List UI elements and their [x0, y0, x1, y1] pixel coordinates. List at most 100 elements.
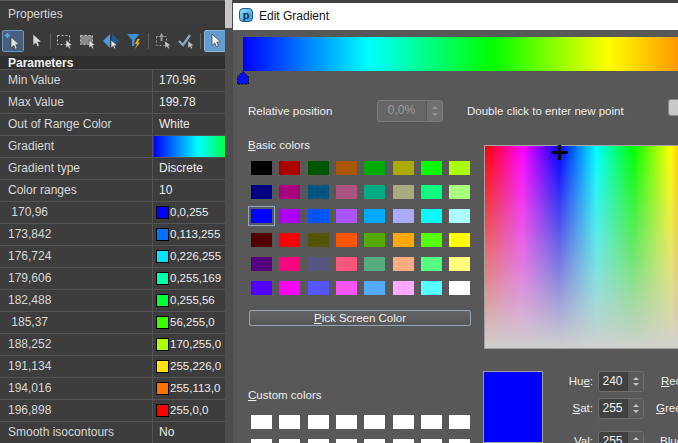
basic-color-swatch[interactable] — [251, 233, 272, 247]
spin-buttons[interactable] — [627, 399, 643, 418]
basic-color-swatch[interactable] — [279, 281, 300, 295]
property-row[interactable]: Color ranges10 — [0, 180, 225, 202]
basic-color-swatch[interactable] — [279, 257, 300, 271]
custom-color-swatch[interactable] — [251, 439, 272, 443]
basic-color-swatch[interactable] — [421, 281, 442, 295]
property-row[interactable]: Gradient typeDiscrete — [0, 158, 225, 180]
custom-color-swatch[interactable] — [449, 439, 470, 443]
gradient-preview[interactable] — [154, 136, 226, 157]
basic-color-swatch[interactable] — [421, 161, 442, 175]
property-row[interactable]: 182,4880,255,56 — [0, 290, 225, 312]
basic-color-swatch[interactable] — [336, 209, 357, 223]
property-value-cell[interactable]: 170.96 — [152, 70, 225, 91]
basic-color-swatch[interactable] — [449, 161, 470, 175]
property-value-cell[interactable]: 0,0,255 — [152, 202, 225, 223]
property-value-cell[interactable]: 56,255,0 — [152, 312, 225, 333]
basic-color-swatch[interactable] — [393, 209, 414, 223]
basic-color-swatch[interactable] — [449, 209, 470, 223]
filter-lightning-button[interactable] — [123, 30, 145, 52]
property-value-cell[interactable]: 0,113,255 — [152, 224, 225, 245]
basic-color-swatch[interactable] — [449, 281, 470, 295]
property-value-cell[interactable]: 255,113,0 — [152, 378, 225, 399]
property-row[interactable]: 176,7240,226,255 — [0, 246, 225, 268]
basic-color-swatch[interactable] — [336, 257, 357, 271]
sat-spinbox[interactable]: 255 — [598, 398, 644, 419]
basic-color-swatch[interactable] — [393, 161, 414, 175]
custom-color-swatch[interactable] — [421, 415, 442, 429]
basic-color-swatch[interactable] — [393, 233, 414, 247]
custom-color-swatch[interactable] — [251, 415, 272, 429]
spin-buttons[interactable] — [627, 372, 643, 391]
basic-color-swatch[interactable] — [364, 233, 385, 247]
basic-color-swatch[interactable] — [364, 209, 385, 223]
custom-color-swatch[interactable] — [364, 439, 385, 443]
basic-color-swatch[interactable] — [251, 209, 272, 223]
relative-position-spinbox[interactable]: 0,0% — [377, 100, 443, 122]
basic-color-swatch[interactable] — [308, 281, 329, 295]
property-value-cell[interactable]: White — [152, 114, 225, 135]
gradient-bar[interactable] — [243, 37, 678, 71]
property-value-cell[interactable]: 255,226,0 — [152, 356, 225, 377]
custom-color-swatch[interactable] — [393, 415, 414, 429]
property-row[interactable]: Min Value170.96 — [0, 70, 225, 92]
flip-triangles-button[interactable] — [100, 30, 122, 52]
spin-buttons[interactable] — [426, 101, 442, 121]
basic-color-swatch[interactable] — [421, 233, 442, 247]
basic-color-swatch[interactable] — [393, 257, 414, 271]
select-cursor-button[interactable] — [25, 30, 47, 52]
property-row[interactable]: 179,6060,255,169 — [0, 268, 225, 290]
basic-color-swatch[interactable] — [449, 185, 470, 199]
property-value-cell[interactable]: 10 — [152, 180, 225, 201]
basic-color-swatch[interactable] — [308, 161, 329, 175]
property-row[interactable]: Gradient — [0, 136, 225, 158]
property-value-cell[interactable]: 0,255,56 — [152, 290, 225, 311]
custom-color-swatch[interactable] — [421, 439, 442, 443]
custom-color-swatch[interactable] — [336, 439, 357, 443]
basic-color-swatch[interactable] — [336, 281, 357, 295]
rect-select-button[interactable] — [54, 30, 76, 52]
property-row[interactable]: Max Value199.78 — [0, 92, 225, 114]
property-row[interactable]: 185,3756,255,0 — [0, 312, 225, 334]
custom-color-swatch[interactable] — [336, 415, 357, 429]
property-value-cell[interactable]: 0,255,169 — [152, 268, 225, 289]
custom-color-swatch[interactable] — [279, 439, 300, 443]
basic-color-swatch[interactable] — [336, 161, 357, 175]
property-row[interactable]: Smooth isocontoursNo — [0, 422, 225, 443]
property-value-cell[interactable]: No — [152, 422, 225, 443]
gradient-stop-handle[interactable] — [235, 70, 251, 86]
property-row[interactable]: 188,252170,255,0 — [0, 334, 225, 356]
property-row[interactable]: Out of Range ColorWhite — [0, 114, 225, 136]
edge-button[interactable] — [668, 99, 678, 116]
property-row[interactable]: 194,016255,113,0 — [0, 378, 225, 400]
basic-color-swatch[interactable] — [279, 209, 300, 223]
basic-color-swatch[interactable] — [279, 185, 300, 199]
basic-color-swatch[interactable] — [308, 185, 329, 199]
basic-color-swatch[interactable] — [364, 185, 385, 199]
basic-color-swatch[interactable] — [279, 161, 300, 175]
basic-color-swatch[interactable] — [308, 233, 329, 247]
basic-color-swatch[interactable] — [364, 161, 385, 175]
basic-color-swatch[interactable] — [336, 185, 357, 199]
property-value-cell[interactable]: 199.78 — [152, 92, 225, 113]
basic-color-swatch[interactable] — [421, 185, 442, 199]
basic-color-swatch[interactable] — [393, 281, 414, 295]
rect-select-filled-button[interactable] — [77, 30, 99, 52]
add-selection-cursor-button[interactable] — [2, 30, 24, 52]
basic-color-swatch[interactable] — [449, 233, 470, 247]
custom-color-swatch[interactable] — [308, 415, 329, 429]
basic-color-swatch[interactable] — [336, 233, 357, 247]
basic-color-swatch[interactable] — [449, 257, 470, 271]
basic-color-swatch[interactable] — [421, 209, 442, 223]
property-value-cell[interactable]: 255,0,0 — [152, 400, 225, 421]
property-value-cell[interactable]: 170,255,0 — [152, 334, 225, 355]
pointer-box-button[interactable] — [204, 30, 226, 52]
custom-color-swatch[interactable] — [364, 415, 385, 429]
basic-color-swatch[interactable] — [279, 233, 300, 247]
basic-color-swatch[interactable] — [251, 185, 272, 199]
check-cursor-button[interactable] — [175, 30, 197, 52]
basic-color-swatch[interactable] — [364, 257, 385, 271]
basic-color-swatch[interactable] — [251, 281, 272, 295]
property-value-cell[interactable]: Discrete — [152, 158, 225, 179]
spin-buttons[interactable] — [627, 432, 643, 443]
property-row[interactable]: 173,8420,113,255 — [0, 224, 225, 246]
